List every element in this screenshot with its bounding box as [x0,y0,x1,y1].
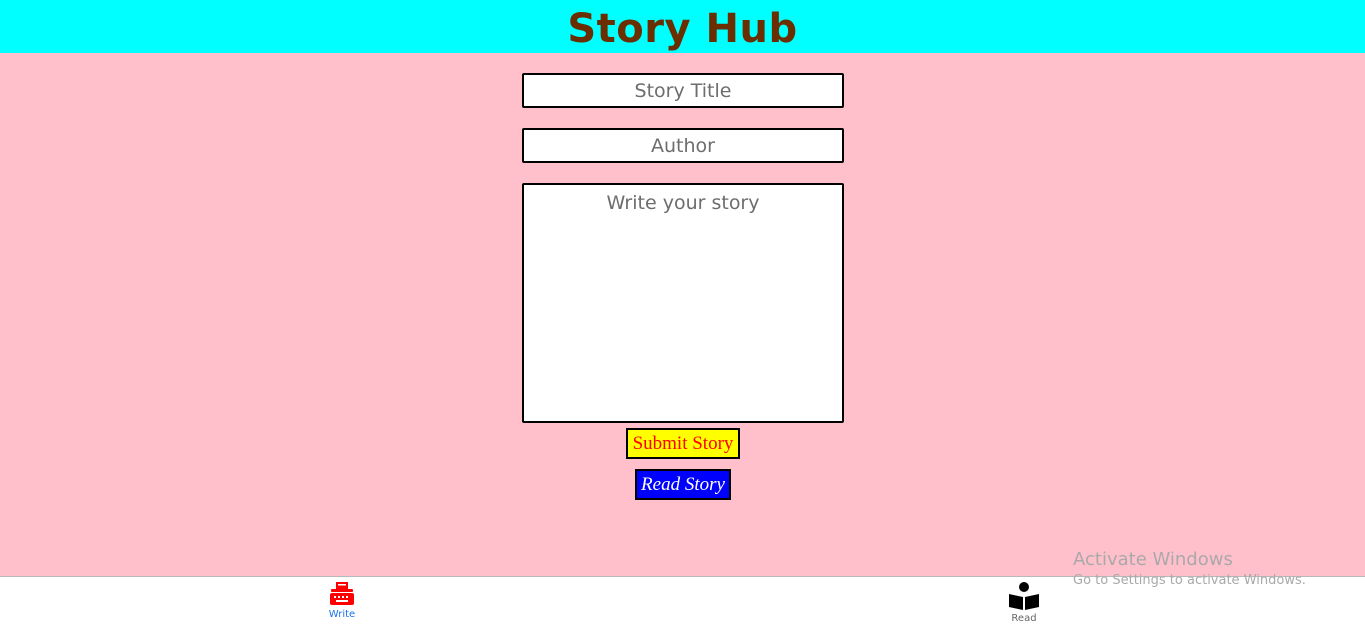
watermark-title: Activate Windows [1073,549,1233,570]
author-input[interactable] [522,128,844,163]
story-title-input[interactable] [522,73,844,108]
typewriter-icon [302,581,382,607]
bottom-tab-bar: Write Read [0,576,1365,624]
submit-story-button[interactable]: Submit Story [626,428,740,459]
story-textarea[interactable] [522,183,844,423]
app-header: Story Hub [0,0,1365,53]
reader-icon [984,581,1064,611]
tab-read[interactable]: Read [984,577,1064,624]
page-title: Story Hub [567,6,798,52]
read-story-button[interactable]: Read Story [635,469,731,500]
tab-write-label: Write [328,609,356,620]
tab-write[interactable]: Write [302,577,382,624]
tab-read-label: Read [1011,613,1037,624]
